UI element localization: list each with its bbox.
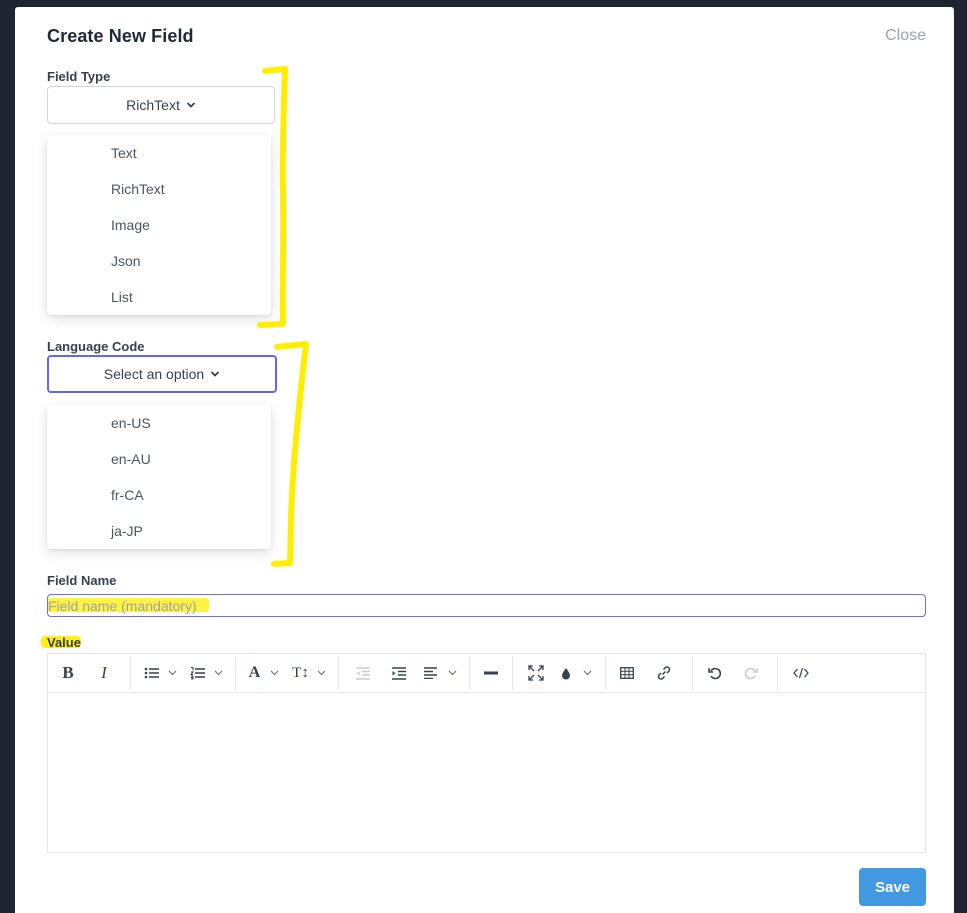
field-type-option-text[interactable]: Text bbox=[47, 135, 271, 171]
field-name-label: Field Name bbox=[47, 573, 117, 588]
language-option-en-au[interactable]: en-AU bbox=[47, 441, 271, 477]
field-type-option-list[interactable]: List bbox=[47, 279, 271, 315]
link-icon[interactable] bbox=[642, 654, 686, 693]
language-option-fr-ca[interactable]: fr-CA bbox=[47, 477, 271, 513]
annotation-bracket bbox=[257, 66, 288, 328]
field-type-dropdown: Text RichText Image Json List bbox=[47, 135, 271, 315]
toolbar-separator bbox=[338, 656, 339, 690]
editor-toolbar: B I A T↕ bbox=[48, 654, 925, 693]
fullscreen-icon[interactable] bbox=[519, 654, 553, 693]
field-type-label: Field Type bbox=[47, 69, 111, 84]
toolbar-separator bbox=[605, 656, 606, 690]
indent-icon[interactable] bbox=[381, 654, 417, 693]
highlight-icon[interactable] bbox=[553, 654, 599, 693]
toolbar-separator bbox=[235, 656, 236, 690]
chevron-down-icon bbox=[168, 670, 176, 676]
editor-content-area[interactable] bbox=[48, 693, 925, 852]
field-type-option-image[interactable]: Image bbox=[47, 207, 271, 243]
undo-icon[interactable] bbox=[699, 654, 731, 693]
chevron-down-icon bbox=[448, 670, 457, 676]
font-color-icon[interactable]: A bbox=[242, 654, 286, 693]
toolbar-separator bbox=[777, 656, 778, 690]
source-code-icon[interactable] bbox=[784, 654, 818, 693]
language-code-select[interactable]: Select an option bbox=[47, 355, 277, 393]
field-type-select[interactable]: RichText bbox=[47, 86, 275, 124]
field-name-input[interactable] bbox=[47, 594, 926, 617]
chevron-down-icon bbox=[317, 670, 326, 676]
align-icon[interactable] bbox=[417, 654, 463, 693]
chevron-down-icon bbox=[214, 670, 222, 676]
bold-icon[interactable]: B bbox=[52, 654, 84, 693]
numbered-list-icon[interactable] bbox=[183, 654, 229, 693]
save-button[interactable]: Save bbox=[859, 868, 926, 906]
rich-text-editor: B I A T↕ bbox=[47, 653, 926, 853]
toolbar-separator bbox=[469, 656, 470, 690]
modal-title: Create New Field bbox=[47, 26, 194, 46]
toolbar-separator bbox=[692, 656, 693, 690]
language-code-label: Language Code bbox=[47, 339, 145, 354]
italic-icon[interactable]: I bbox=[84, 654, 124, 693]
chevron-down-icon bbox=[583, 670, 591, 676]
outdent-icon[interactable] bbox=[345, 654, 381, 693]
table-icon[interactable] bbox=[612, 654, 642, 693]
close-button[interactable]: Close bbox=[885, 27, 926, 45]
field-type-selected: RichText bbox=[126, 97, 180, 113]
language-code-dropdown: en-US en-AU fr-CA ja-JP bbox=[47, 405, 271, 549]
font-size-icon[interactable]: T↕ bbox=[286, 654, 332, 693]
language-code-selected: Select an option bbox=[103, 366, 205, 382]
bullet-list-icon[interactable] bbox=[137, 654, 183, 693]
horizontal-rule-icon[interactable] bbox=[476, 654, 506, 693]
language-option-ja-jp[interactable]: ja-JP bbox=[47, 513, 271, 549]
toolbar-separator bbox=[130, 656, 131, 690]
toolbar-separator bbox=[512, 656, 513, 690]
field-type-option-richtext[interactable]: RichText bbox=[47, 171, 271, 207]
chevron-down-icon bbox=[270, 670, 279, 676]
create-field-modal: Create New Field Close Field Type RichTe… bbox=[15, 7, 954, 913]
value-label: Value bbox=[47, 635, 81, 650]
chevron-down-icon bbox=[211, 371, 220, 377]
annotation-bracket bbox=[271, 341, 309, 567]
redo-icon[interactable] bbox=[731, 654, 771, 693]
language-option-en-us[interactable]: en-US bbox=[47, 405, 271, 441]
field-type-option-json[interactable]: Json bbox=[47, 243, 271, 279]
chevron-down-icon bbox=[186, 102, 195, 108]
